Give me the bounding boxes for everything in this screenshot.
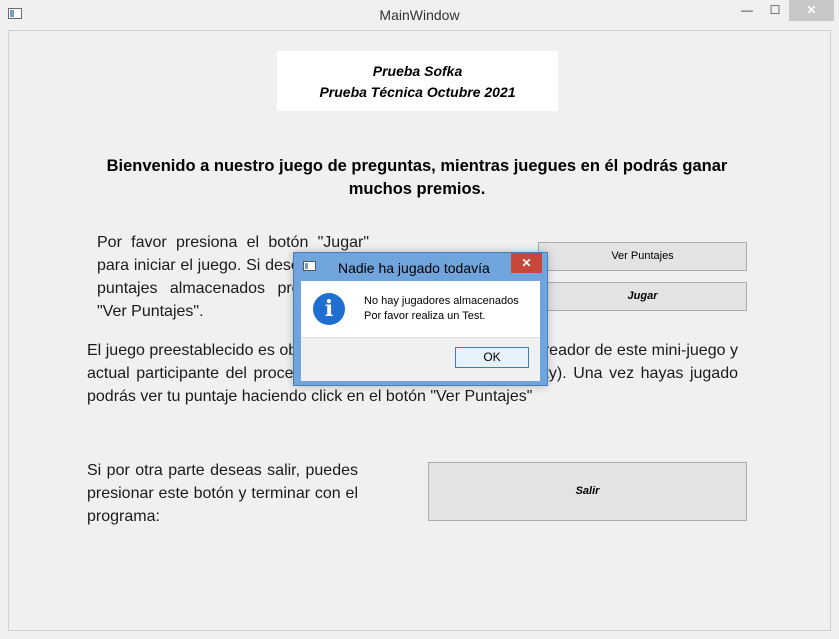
dialog-button-bar: OK <box>301 337 540 381</box>
header-subtitle: Prueba Técnica Octubre 2021 <box>319 84 516 100</box>
maximize-button[interactable]: ☐ <box>762 0 788 21</box>
dialog-close-button[interactable]: ✕ <box>511 253 542 273</box>
header-box: Prueba Sofka Prueba Técnica Octubre 2021 <box>277 51 558 111</box>
ver-puntajes-button[interactable]: Ver Puntajes <box>538 242 747 271</box>
minimize-button[interactable]: — <box>734 0 760 21</box>
salir-button[interactable]: Salir <box>428 462 747 521</box>
close-button[interactable]: ✕ <box>789 0 834 21</box>
information-icon: i <box>313 293 345 325</box>
window-title: MainWindow <box>379 7 460 23</box>
jugar-button[interactable]: Jugar <box>538 282 747 311</box>
dialog-body: i No hay jugadores almacenados Por favor… <box>301 281 540 381</box>
exit-instructions: Si por otra parte deseas salir, puedes p… <box>87 462 358 525</box>
dialog-message-line1: No hay jugadores almacenados <box>364 295 519 307</box>
dialog-title: Nadie ha jugado todavía <box>338 260 490 276</box>
message-dialog: Nadie ha jugado todavía ✕ i No hay jugad… <box>293 252 548 386</box>
dialog-message-line2: Por favor realiza un Test. <box>364 310 486 322</box>
welcome-text: Bienvenido a nuestro juego de preguntas,… <box>106 157 728 198</box>
header-title: Prueba Sofka <box>372 63 463 79</box>
title-bar: MainWindow — ☐ ✕ <box>0 0 839 30</box>
ok-button[interactable]: OK <box>455 347 529 368</box>
dialog-message: No hay jugadores almacenados Por favor r… <box>364 294 519 324</box>
dialog-window-icon <box>303 261 316 271</box>
